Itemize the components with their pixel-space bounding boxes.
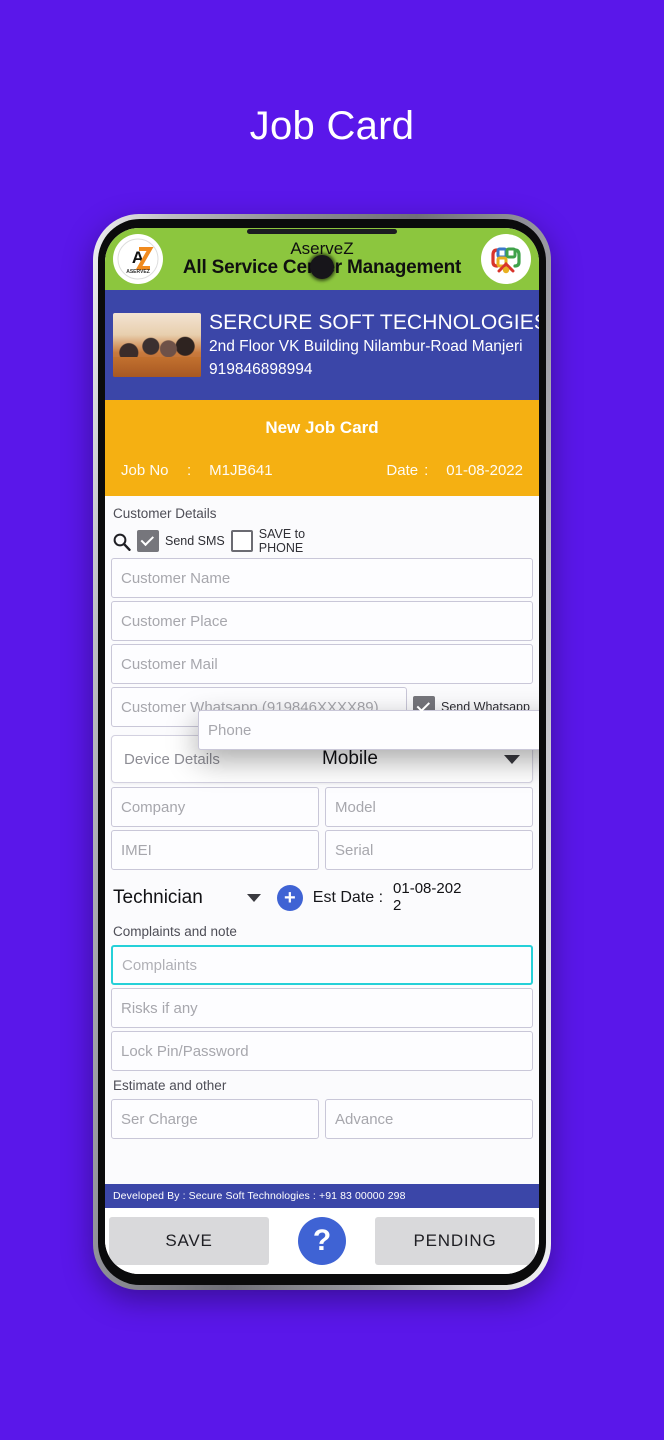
ser-charge-input[interactable]: Ser Charge (111, 1099, 319, 1139)
jobcard-meta-row: Job No : M1JB641 Date : 01-08-2022 (121, 462, 523, 479)
bottom-action-bar: SAVE ? PENDING (105, 1208, 539, 1274)
company-input[interactable]: Company (111, 787, 319, 827)
phone-input[interactable]: Phone (198, 710, 539, 750)
device-details-value: Mobile (321, 748, 378, 769)
complaints-row: Complaints (105, 945, 539, 988)
customer-place-row: Customer Place (105, 601, 539, 644)
chevron-down-icon[interactable] (504, 754, 520, 764)
svg-text:ASERVEZ: ASERVEZ (126, 269, 150, 275)
est-date-label: Est Date : (312, 888, 384, 906)
jobcard-title: New Job Card (265, 417, 379, 437)
job-no-label: Job No (121, 461, 169, 479)
company-team-photo (113, 313, 201, 377)
complaints-input[interactable]: Complaints (111, 945, 533, 985)
job-no-colon: : (187, 461, 192, 479)
phone-bezel: A ASERVEZ AserveZ All Service Center Man… (98, 219, 546, 1285)
company-phone: 919846898994 (209, 360, 313, 378)
risks-row: Risks if any (105, 988, 539, 1031)
page-title: Job Card (249, 104, 415, 148)
developer-credit: Developed By : Secure Soft Technologies … (105, 1184, 539, 1208)
jobcard-header: New Job Card Job No : M1JB641 Date : 01-… (105, 400, 539, 496)
earpiece-speaker-icon (247, 229, 397, 234)
serial-input[interactable]: Serial (325, 830, 533, 870)
company-address: 2nd Floor VK Building Nilambur-Road Manj… (209, 338, 523, 356)
customer-mail-row: Customer Mail (105, 644, 539, 687)
company-info: SERCURE SOFT TECHNOLOGIES 2nd Floor VK B… (209, 310, 539, 380)
phone-device-frame: A ASERVEZ AserveZ All Service Center Man… (93, 214, 551, 1290)
company-name: SERCURE SOFT TECHNOLOGIES (209, 311, 539, 335)
complaints-section-label: Complaints and note (113, 924, 237, 939)
phone-row: Phone Send SMS SAVE to PHONE (105, 527, 539, 750)
chevron-down-icon[interactable] (246, 893, 261, 902)
lock-pin-row: Lock Pin/Password (105, 1031, 539, 1074)
save-button[interactable]: SAVE (109, 1217, 269, 1265)
form-body: Customer Details Phone Send SMS SAVE to … (105, 496, 539, 1184)
app-screen: A ASERVEZ AserveZ All Service Center Man… (105, 228, 539, 1274)
technician-value: Technician (113, 886, 203, 908)
risks-input[interactable]: Risks if any (111, 988, 533, 1028)
date-value: 01-08-2022 (446, 461, 523, 479)
colorful-circle-logo-icon (481, 234, 531, 284)
date-label: Date (386, 461, 419, 479)
advance-input[interactable]: Advance (325, 1099, 533, 1139)
save-to-phone-label: SAVE to PHONE (258, 527, 306, 555)
estimate-row: Ser Charge Advance (105, 1099, 539, 1142)
customer-name-row: Customer Name (105, 558, 539, 601)
company-banner: SERCURE SOFT TECHNOLOGIES 2nd Floor VK B… (105, 290, 539, 400)
search-icon[interactable] (111, 531, 131, 551)
job-no-value: M1JB641 (209, 461, 273, 479)
customer-place-input[interactable]: Customer Place (111, 601, 533, 641)
aservez-logo-icon: A ASERVEZ (113, 234, 163, 284)
lock-pin-input[interactable]: Lock Pin/Password (111, 1031, 533, 1071)
save-to-phone-checkbox[interactable] (230, 530, 253, 552)
estimate-section-label: Estimate and other (113, 1078, 227, 1093)
date-colon: : (424, 461, 429, 479)
customer-details-label: Customer Details (113, 506, 217, 521)
plus-circle-icon[interactable]: + (276, 884, 303, 911)
est-date-value[interactable]: 01-08-2022 (393, 880, 469, 914)
model-input[interactable]: Model (325, 787, 533, 827)
technician-row: Technician + Est Date : 01-08-2022 (105, 873, 539, 920)
question-mark-icon[interactable]: ? (298, 1217, 346, 1265)
send-sms-checkbox[interactable] (137, 530, 159, 552)
send-sms-label: Send SMS (165, 534, 225, 548)
customer-mail-input[interactable]: Customer Mail (111, 644, 533, 684)
company-model-row: Company Model (105, 787, 539, 830)
pending-button[interactable]: PENDING (375, 1217, 535, 1265)
imei-serial-row: IMEI Serial (105, 830, 539, 873)
imei-input[interactable]: IMEI (111, 830, 319, 870)
technician-select[interactable]: Technician (113, 887, 261, 909)
customer-name-input[interactable]: Customer Name (111, 558, 533, 598)
front-camera-icon (310, 255, 334, 279)
